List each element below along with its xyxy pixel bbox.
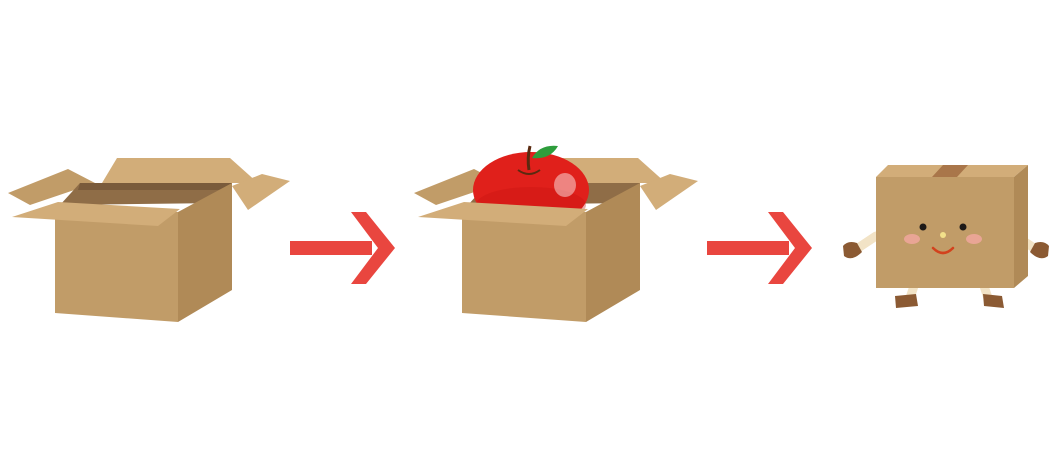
left-cheek [904,234,920,244]
nose [940,232,946,238]
right-arrow-icon [290,212,395,284]
box2-side-face [586,183,640,322]
right-arrow-icon [707,212,812,284]
box1-back-flap [102,158,258,183]
open-cardboard-box [8,158,290,322]
cardboard-box-character-icon [843,165,1049,308]
right-cheek [966,234,982,244]
left-eye [919,223,927,231]
apple-stem [526,145,532,171]
character-front [876,177,1014,288]
left-arm [843,231,881,259]
illustration-canvas [8,145,1049,322]
apple-highlight [554,173,576,197]
left-leg [895,281,919,308]
right-eye [959,223,967,231]
box1-interior-shadow [78,183,232,190]
open-box-with-apple [414,145,698,322]
character-side [1014,165,1028,288]
right-leg [979,281,1004,308]
box1-side-face [178,183,232,322]
